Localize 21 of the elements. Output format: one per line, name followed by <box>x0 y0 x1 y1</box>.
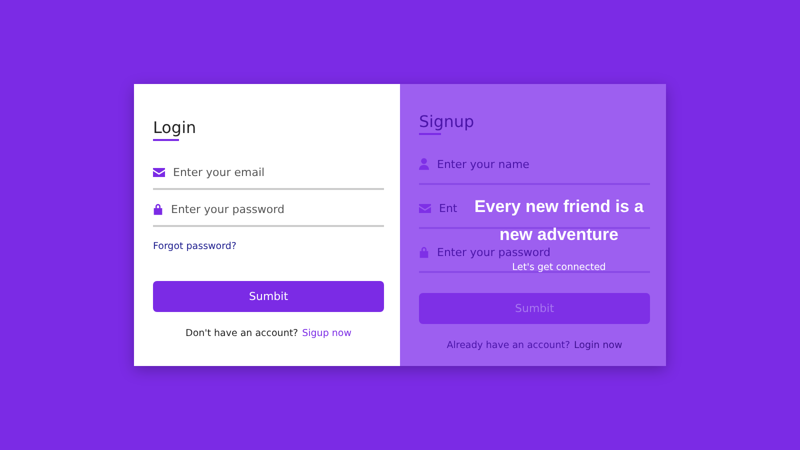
overlay-subheading: Let's get connected <box>512 262 606 273</box>
user-icon <box>419 158 429 170</box>
signup-title: Signup <box>419 112 474 135</box>
lock-icon <box>419 246 429 258</box>
forgot-password-link[interactable]: Forgot password? <box>153 241 236 252</box>
overlay-heading: Every new friend is a <box>474 197 644 216</box>
login-link[interactable]: Login now <box>574 340 622 351</box>
envelope-icon <box>153 168 165 176</box>
input-field[interactable]: Enter your email <box>173 165 373 179</box>
envelope-icon <box>419 204 431 212</box>
overlay-heading: new adventure <box>499 225 619 244</box>
lock-icon <box>153 203 163 215</box>
footer-text: Already have an account? <box>446 340 570 351</box>
input-field[interactable]: Ent <box>439 201 464 215</box>
submit-button[interactable]: Sumbit <box>153 281 384 312</box>
input-field[interactable]: Enter your name <box>437 157 544 171</box>
input-field[interactable]: Enter your password <box>437 245 571 259</box>
login-title: Login <box>153 118 196 141</box>
footer-text: Don't have an account? <box>186 328 298 339</box>
input-field[interactable]: Enter your password <box>171 202 371 216</box>
signup-link[interactable]: Sigup now <box>302 328 352 339</box>
